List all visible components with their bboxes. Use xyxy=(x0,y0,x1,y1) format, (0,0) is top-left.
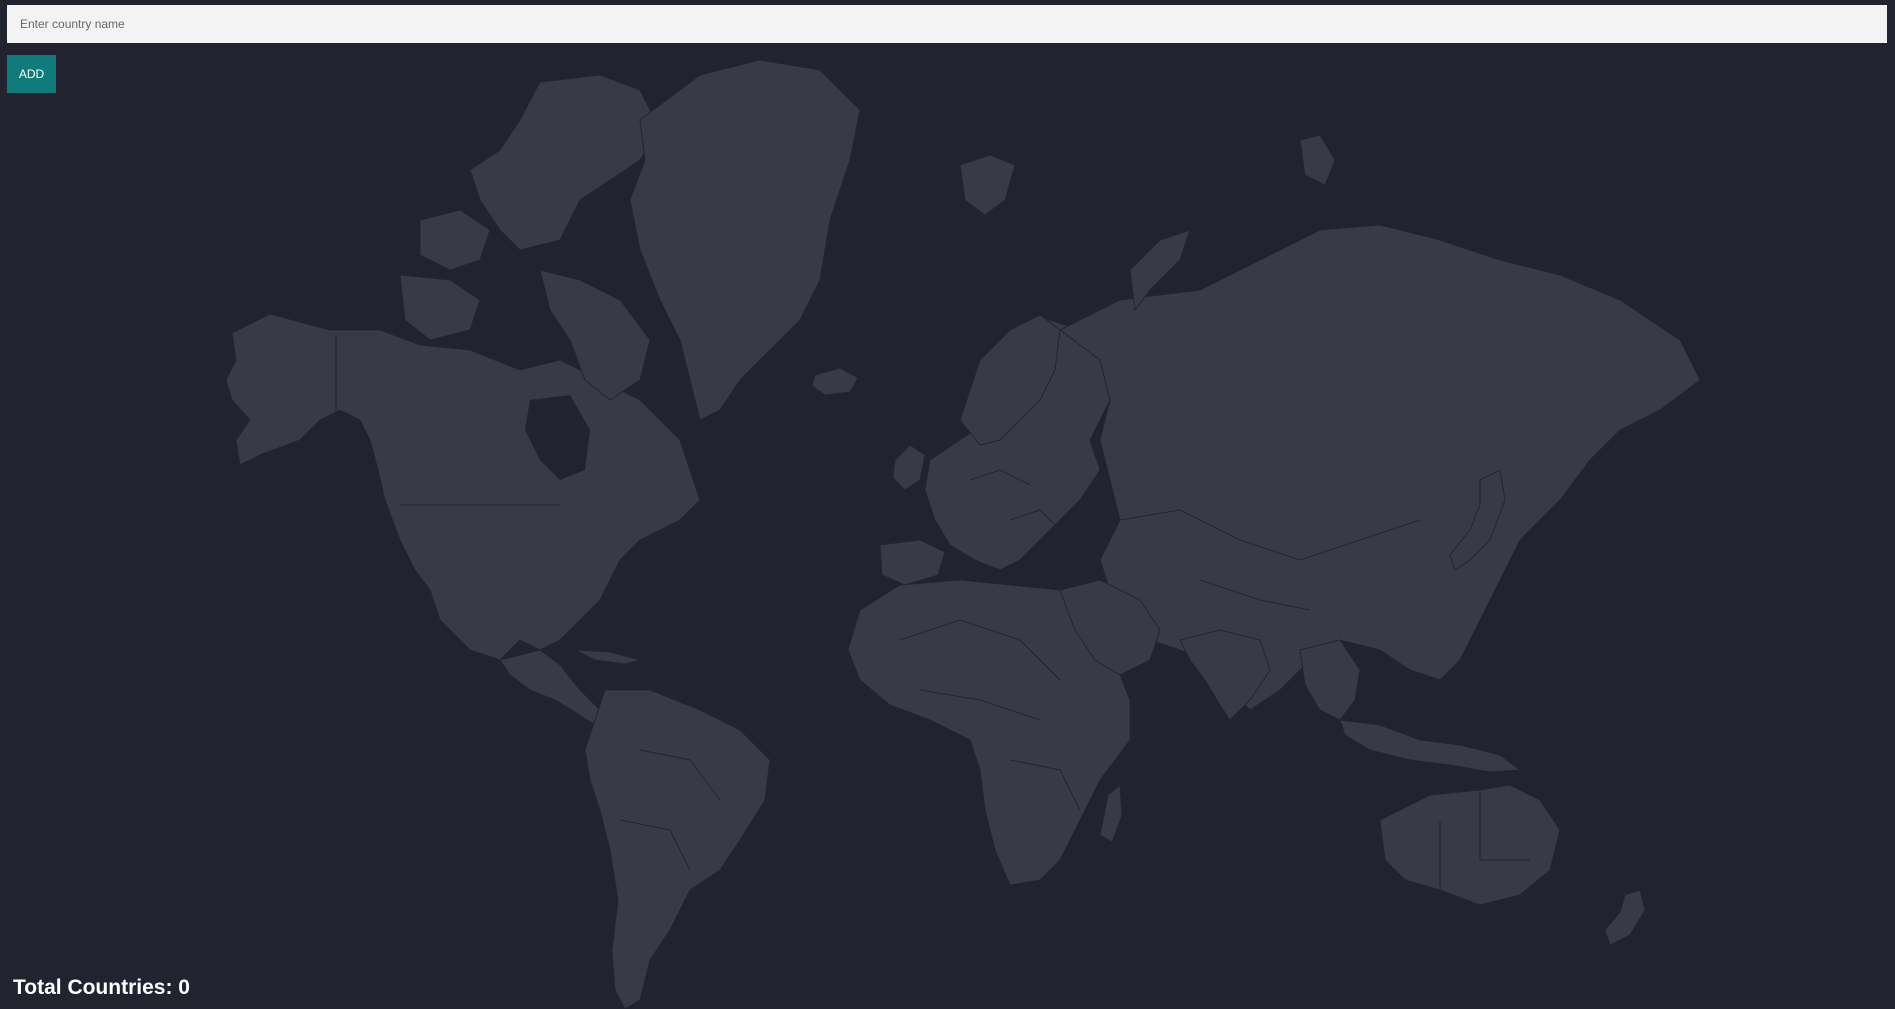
total-countries-count: 0 xyxy=(178,976,190,999)
map-india[interactable] xyxy=(1179,629,1271,721)
map-new-zealand[interactable] xyxy=(1604,889,1646,946)
map-australia[interactable] xyxy=(1379,784,1561,906)
map-greenland[interactable] xyxy=(629,59,861,421)
map-svalbard[interactable] xyxy=(959,154,1016,216)
map-great-britain[interactable] xyxy=(892,444,926,491)
add-country-button[interactable]: ADD xyxy=(7,55,56,93)
map-cuba[interactable] xyxy=(574,649,642,665)
app-root: ADD Total Countries: 0 xyxy=(0,0,1895,1009)
total-countries: Total Countries: 0 xyxy=(13,976,190,1000)
map-franz-josef[interactable] xyxy=(1299,134,1336,186)
map-indonesia[interactable] xyxy=(1339,719,1522,773)
map-south-america[interactable] xyxy=(584,689,771,1009)
map-southeast-asia[interactable] xyxy=(1299,639,1361,721)
map-iberia[interactable] xyxy=(879,539,946,586)
map-central-america[interactable] xyxy=(499,649,611,726)
map-arctic-island-a[interactable] xyxy=(419,209,491,271)
world-map xyxy=(225,59,1701,1009)
map-canadian-arctic[interactable] xyxy=(469,74,661,251)
total-countries-label: Total Countries: xyxy=(13,976,173,999)
map-iceland[interactable] xyxy=(811,367,859,396)
map-madagascar[interactable] xyxy=(1099,783,1123,843)
country-search-input[interactable] xyxy=(7,5,1887,43)
map-arctic-island-b[interactable] xyxy=(399,274,481,341)
